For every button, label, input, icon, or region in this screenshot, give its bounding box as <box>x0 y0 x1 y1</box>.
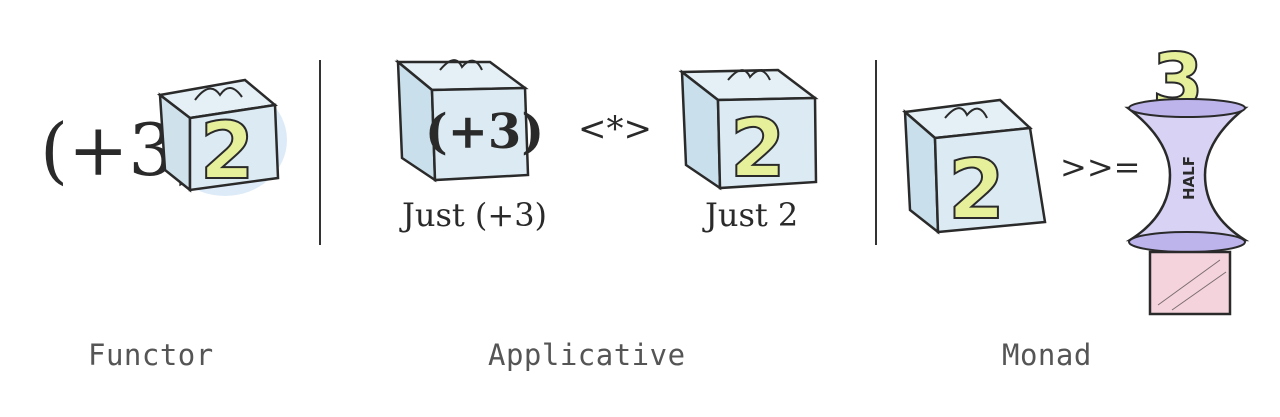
functor-box-value: 2 <box>200 107 254 197</box>
functor-gift-box: 2 <box>156 78 287 198</box>
applicative-left-box: (+3) Just (+3) <box>394 59 547 234</box>
funnel-bottom-rim <box>1128 231 1246 253</box>
half-funnel-machine: 3 HALF <box>1124 37 1250 316</box>
monad-panel: 2 >>= 3 HALF <box>902 37 1250 316</box>
apply-operator: <*> <box>578 109 652 149</box>
monad-caption: Monad <box>1002 338 1092 372</box>
monad-gift-box: 2 <box>902 98 1047 239</box>
bind-operator: >>= <box>1060 148 1140 186</box>
monad-box-value: 2 <box>948 143 1005 238</box>
applicative-caption: Applicative <box>488 338 686 372</box>
left-box-value: (+3) <box>425 104 544 160</box>
funnel-top-rim <box>1128 98 1246 118</box>
functor-caption: Functor <box>88 338 214 372</box>
right-box-value: 2 <box>730 102 786 195</box>
funnel-label: HALF <box>1180 156 1198 200</box>
diagram-canvas: (+3) 2 (+3) Just (+3) <*> 2 Just 2 2 >>=… <box>0 0 1280 417</box>
functor-panel: (+3) 2 <box>40 78 287 198</box>
applicative-right-box: 2 Just 2 <box>678 68 819 234</box>
applicative-panel: (+3) Just (+3) <*> 2 Just 2 <box>394 59 819 234</box>
left-box-caption: Just (+3) <box>399 196 547 234</box>
right-box-caption: Just 2 <box>702 196 798 234</box>
